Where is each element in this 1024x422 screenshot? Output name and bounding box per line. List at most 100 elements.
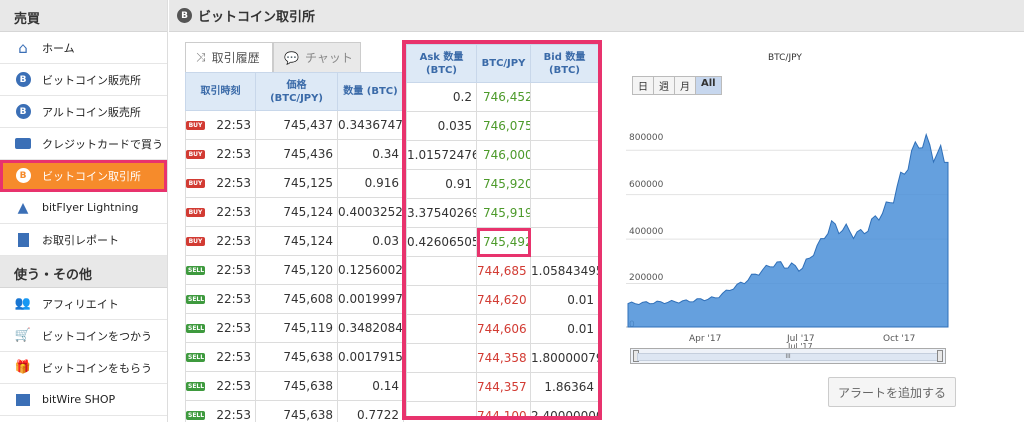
sidebar-item-label: bitFlyer Lightning	[42, 201, 139, 214]
table-row: SELL 22:53 745,638 0.7722	[185, 400, 404, 422]
table-row: SELL 22:53 745,120 0.12560022	[185, 255, 404, 285]
book-price[interactable]: 744,606	[476, 314, 531, 344]
ask-qty	[406, 372, 477, 402]
table-row: BUY 22:53 745,124 0.40032524	[185, 197, 404, 227]
sidebar-item-label: bitWire SHOP	[42, 393, 116, 406]
trade-price: 745,608	[255, 284, 338, 314]
price-chart	[626, 132, 949, 328]
navigator-scrollbar[interactable]: III	[637, 353, 939, 361]
col-book-price: BTC/JPY	[476, 44, 531, 83]
cart-icon: 🛒	[14, 328, 32, 343]
sidebar-item[interactable]: 🛒 ビットコインをつかう	[0, 320, 167, 352]
range-all-button[interactable]: All	[695, 76, 722, 95]
book-price[interactable]: 744,357	[476, 372, 531, 402]
col-bid: Bid 数量 (BTC)	[530, 44, 598, 83]
book-price[interactable]: 744,685	[476, 256, 531, 286]
book-price[interactable]: 745,920	[476, 169, 531, 199]
bid-qty: 1.80000079	[530, 343, 598, 373]
book-price[interactable]: 746,452	[476, 82, 531, 112]
sidebar-item[interactable]: bitWire SHOP	[0, 384, 167, 416]
time-value: 22:53	[216, 176, 251, 190]
time-value: 22:53	[216, 147, 251, 161]
chart-navigator[interactable]: III	[630, 348, 946, 364]
side-badge: SELL	[186, 324, 205, 333]
tab-trade-history[interactable]: ⤨ 取引履歴	[185, 42, 273, 72]
col-time: 取引時刻	[185, 72, 256, 111]
page-title: ビットコイン取引所	[198, 10, 316, 25]
ask-qty: 0.42606505	[406, 227, 477, 257]
ask-qty	[406, 401, 477, 416]
range-selector: 日 週 月 All	[632, 76, 722, 95]
sidebar-item[interactable]: 👥 アフィリエイト	[0, 288, 167, 320]
people-icon: 👥	[14, 296, 32, 311]
sidebar-section-trade: 売買	[0, 0, 167, 32]
table-row[interactable]: 744,100 2.40000000	[406, 401, 598, 416]
sidebar-item[interactable]: ⌂ ホーム	[0, 32, 167, 64]
chat-icon: 💬	[284, 50, 299, 65]
sidebar-item-label: ホーム	[42, 41, 75, 55]
book-price[interactable]: 744,358	[476, 343, 531, 373]
add-alert-button[interactable]: アラートを追加する	[828, 377, 956, 407]
table-row[interactable]: 0.91 745,920	[406, 169, 598, 199]
sidebar-item[interactable]: 🎁 ビットコインをもらう	[0, 352, 167, 384]
sidebar-item[interactable]: B ビットコイン取引所	[0, 160, 167, 192]
ask-qty: 0.91	[406, 169, 477, 199]
bid-qty	[530, 198, 598, 228]
trade-qty: 0.7722	[337, 400, 404, 422]
book-price[interactable]: 746,000	[476, 140, 531, 170]
table-row[interactable]: 1.01572476 746,000	[406, 140, 598, 170]
book-price[interactable]: 745,492	[476, 227, 531, 257]
sidebar-item[interactable]: お取引レポート	[0, 224, 167, 256]
book-price[interactable]: 744,620	[476, 285, 531, 315]
trade-price: 745,124	[255, 226, 338, 256]
navigator-right-handle[interactable]	[937, 350, 943, 362]
trade-qty: 0.34	[337, 139, 404, 169]
trade-price: 745,436	[255, 139, 338, 169]
table-row[interactable]: 0.035 746,075	[406, 111, 598, 141]
sidebar-item[interactable]: クレジットカードで買う	[0, 128, 167, 160]
sidebar-item[interactable]: B ビットコイン販売所	[0, 64, 167, 96]
ask-qty	[406, 285, 477, 315]
trade-price: 745,437	[255, 110, 338, 140]
book-price[interactable]: 746,075	[476, 111, 531, 141]
bid-qty: 0.01	[530, 314, 598, 344]
ask-qty	[406, 314, 477, 344]
col-price: 価格 (BTC/JPY)	[255, 72, 338, 111]
range-day-button[interactable]: 日	[632, 76, 654, 95]
trade-price: 745,119	[255, 313, 338, 343]
range-week-button[interactable]: 週	[653, 76, 675, 95]
trade-price: 745,120	[255, 255, 338, 285]
table-row[interactable]: 0.2 746,452	[406, 82, 598, 112]
sidebar: 売買 ⌂ ホーム B ビットコイン販売所 B アルトコイン販売所 クレジットカードで買う B ビ…	[0, 0, 168, 422]
table-row[interactable]: 744,357 1.86364	[406, 372, 598, 402]
sidebar-item-label: お取引レポート	[42, 233, 119, 247]
book-price[interactable]: 745,919	[476, 198, 531, 228]
book-price[interactable]: 744,100	[476, 401, 531, 416]
tab-chat[interactable]: 💬 チャット	[273, 42, 361, 72]
side-badge: BUY	[186, 150, 205, 159]
report-icon	[14, 231, 32, 249]
tab-label: 取引履歴	[211, 51, 260, 65]
side-badge: SELL	[186, 266, 205, 275]
ask-qty	[406, 343, 477, 373]
sidebar-item[interactable]: B アルトコイン販売所	[0, 96, 167, 128]
order-book-highlight: Ask 数量 (BTC) BTC/JPY Bid 数量 (BTC) 0.2 746…	[402, 40, 602, 420]
trade-time: SELL 22:53	[185, 342, 256, 372]
sidebar-item[interactable]: ▲ bitFlyer Lightning	[0, 192, 167, 224]
table-row[interactable]: 744,606 0.01	[406, 314, 598, 344]
sidebar-item-label: ビットコイン取引所	[42, 169, 141, 183]
table-row[interactable]: 3.37540269 745,919	[406, 198, 598, 228]
bid-qty: 0.01	[530, 285, 598, 315]
bid-qty	[530, 111, 598, 141]
col-qty: 数量 (BTC)	[337, 72, 404, 111]
table-row[interactable]: 744,358 1.80000079	[406, 343, 598, 373]
table-row[interactable]: 0.42606505 745,492	[406, 227, 598, 257]
table-row[interactable]: 744,685 1.05843495	[406, 256, 598, 286]
side-badge: SELL	[186, 382, 205, 391]
bid-qty	[530, 140, 598, 170]
bid-qty: 1.05843495	[530, 256, 598, 286]
trade-time: SELL 22:53	[185, 313, 256, 343]
bitcoin-icon: B	[14, 103, 32, 121]
range-month-button[interactable]: 月	[674, 76, 696, 95]
table-row[interactable]: 744,620 0.01	[406, 285, 598, 315]
